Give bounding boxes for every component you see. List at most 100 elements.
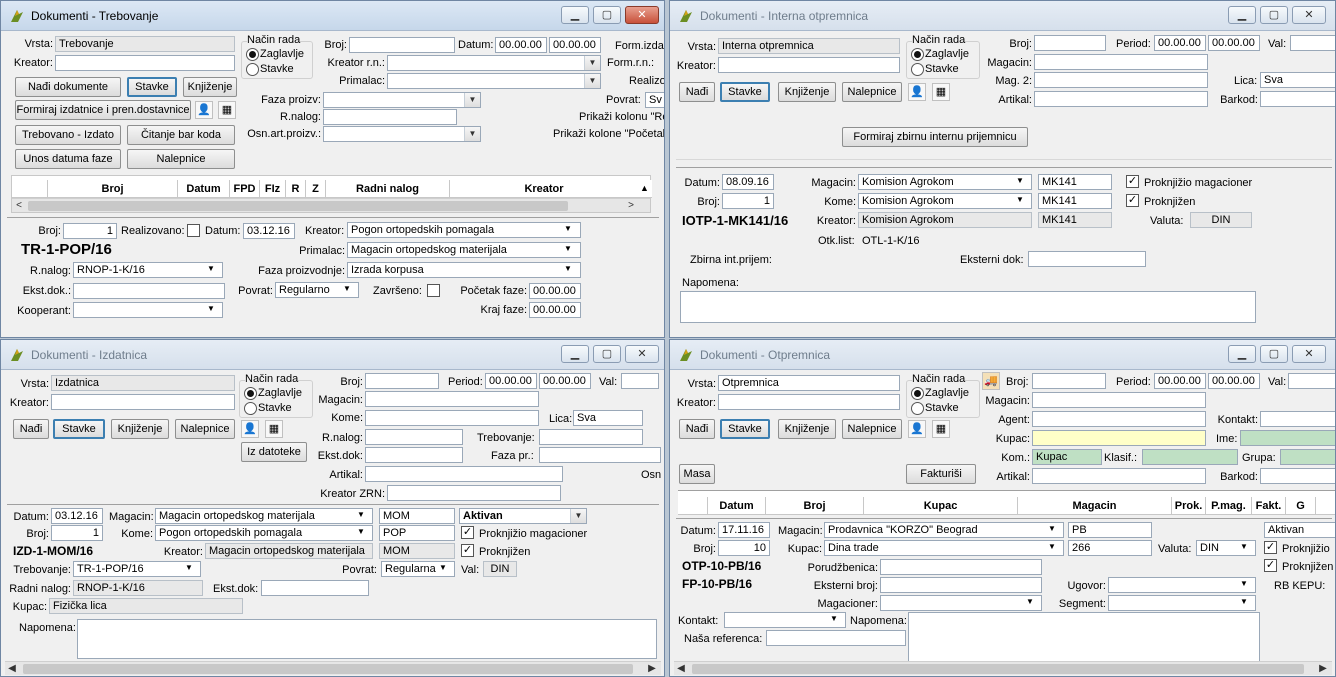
close-icon[interactable]: ✕ bbox=[625, 345, 659, 363]
iz-datoteke-button[interactable]: Iz datoteke bbox=[241, 442, 307, 462]
proknjizio-checkbox[interactable]: ✓ bbox=[1126, 175, 1139, 188]
scroll-right-icon[interactable]: ▶ bbox=[1316, 662, 1330, 676]
maximize-icon[interactable]: ▢ bbox=[1260, 6, 1288, 24]
col-broj[interactable]: Broj bbox=[766, 497, 864, 515]
magacin-field[interactable] bbox=[1032, 392, 1206, 408]
d-datum-field[interactable]: 17.11.16 bbox=[718, 522, 770, 538]
d-datum-field[interactable]: 03.12.16 bbox=[243, 223, 295, 239]
kreator-zrn-field[interactable] bbox=[387, 485, 561, 501]
realizovano-checkbox[interactable] bbox=[187, 224, 200, 237]
d-broj-field[interactable]: 10 bbox=[718, 540, 770, 556]
barkod-field[interactable] bbox=[1260, 91, 1335, 107]
scroll-right-icon[interactable]: > bbox=[624, 199, 638, 213]
nasa-referenca-field[interactable] bbox=[766, 630, 906, 646]
napomena-textarea[interactable] bbox=[908, 612, 1260, 662]
d-mag-code-field[interactable]: MOM bbox=[379, 508, 455, 524]
kreator-field[interactable] bbox=[51, 394, 235, 410]
pocetak-faze-field[interactable]: 00.00.00 bbox=[529, 283, 581, 299]
lica-field[interactable]: Sva bbox=[1260, 72, 1335, 88]
ekst-dok-field[interactable] bbox=[73, 283, 225, 299]
period-to-field[interactable]: 00.00.00 bbox=[1208, 373, 1260, 389]
artikal-field[interactable] bbox=[1032, 468, 1206, 484]
period-to-field[interactable]: 00.00.00 bbox=[539, 373, 591, 389]
d-broj-field[interactable]: 1 bbox=[63, 223, 117, 239]
mag2-field[interactable] bbox=[1034, 72, 1208, 88]
osn-art-select[interactable]: ▼ bbox=[323, 126, 481, 142]
artikal-field[interactable] bbox=[365, 466, 563, 482]
grid-icon[interactable]: ▦ bbox=[932, 420, 950, 438]
kontakt2-select[interactable] bbox=[724, 612, 846, 628]
datum-to-field[interactable]: 00.00.00 bbox=[549, 37, 601, 53]
zavrseno-checkbox[interactable] bbox=[427, 284, 440, 297]
trebovanje-field[interactable] bbox=[539, 429, 643, 445]
broj-field[interactable] bbox=[1034, 35, 1106, 51]
faza-proizv-select[interactable]: ▼ bbox=[323, 92, 481, 108]
eksterni-field[interactable] bbox=[880, 577, 1042, 593]
status-field[interactable]: Aktivan bbox=[1264, 522, 1335, 538]
grid-icon[interactable]: ▦ bbox=[265, 420, 283, 438]
titlebar[interactable]: Dokumenti - Trebovanje ▁ ▢ ✕ bbox=[1, 1, 664, 31]
nadji-button[interactable]: Nađi bbox=[679, 419, 715, 439]
kreator-rn-select[interactable]: ▼ bbox=[387, 55, 601, 71]
scroll-up-icon[interactable]: ▲ bbox=[640, 183, 649, 193]
maximize-icon[interactable]: ▢ bbox=[593, 345, 621, 363]
titlebar[interactable]: Dokumenti - Otpremnica ▁ ▢ ✕ bbox=[670, 340, 1335, 370]
user-icon[interactable]: 👤 bbox=[908, 420, 926, 438]
broj-field[interactable] bbox=[1032, 373, 1106, 389]
minimize-icon[interactable]: ▁ bbox=[561, 6, 589, 24]
kreator-field[interactable] bbox=[718, 394, 900, 410]
radio-zaglavlje[interactable]: Zaglavlje bbox=[911, 386, 969, 400]
minimize-icon[interactable]: ▁ bbox=[1228, 6, 1256, 24]
col-fpd[interactable]: FPD bbox=[230, 180, 260, 198]
proknjizio-checkbox[interactable]: ✓ bbox=[1264, 541, 1277, 554]
barkod-field[interactable] bbox=[1260, 468, 1335, 484]
d-rnalog-select[interactable]: RNOP-1-K/16 bbox=[73, 262, 223, 278]
kome-field[interactable] bbox=[365, 410, 539, 426]
d-kreator-select[interactable]: Pogon ortopedskih pomagala bbox=[347, 222, 581, 238]
col-prok[interactable]: Prok. bbox=[1172, 497, 1206, 515]
col-broj[interactable]: Broj bbox=[48, 180, 178, 198]
period-from-field[interactable]: 00.00.00 bbox=[485, 373, 537, 389]
stavke-button[interactable]: Stavke bbox=[127, 77, 177, 97]
radio-zaglavlje[interactable]: Zaglavlje bbox=[244, 386, 302, 400]
kupac-field[interactable] bbox=[1032, 430, 1206, 446]
artikal-field[interactable] bbox=[1034, 91, 1208, 107]
rnalog-field[interactable] bbox=[365, 429, 463, 445]
knjizenje-button[interactable]: Knjiženje bbox=[778, 419, 836, 439]
col-magacin[interactable]: Magacin bbox=[1018, 497, 1172, 515]
col-r[interactable]: R bbox=[286, 180, 306, 198]
scroll-left-icon[interactable]: < bbox=[12, 199, 26, 213]
scroll-right-icon[interactable]: ▶ bbox=[645, 662, 659, 676]
kupac-code-field[interactable]: 266 bbox=[1068, 540, 1152, 556]
horizontal-scrollbar[interactable]: ◀ ▶ bbox=[674, 661, 1332, 675]
scrollbar-thumb[interactable] bbox=[23, 664, 633, 674]
kome-select[interactable]: Komision Agrokom bbox=[858, 193, 1032, 209]
results-table[interactable]: Datum Broj Kupac Magacin Prok. P.mag. Fa… bbox=[678, 490, 1335, 515]
scrollbar-thumb[interactable] bbox=[692, 664, 1304, 674]
d-ekst-field[interactable] bbox=[261, 580, 369, 596]
scrollbar-thumb[interactable] bbox=[28, 201, 568, 211]
d-treb-select[interactable]: TR-1-POP/16 bbox=[73, 561, 201, 577]
d-kupac-select[interactable]: Dina trade bbox=[824, 540, 1064, 556]
d-broj-field[interactable]: 1 bbox=[722, 193, 774, 209]
masa-button[interactable]: Masa bbox=[679, 464, 715, 484]
knjizenje-button[interactable]: Knjiženje bbox=[778, 82, 836, 102]
ekst-field[interactable] bbox=[365, 447, 463, 463]
d-magacin-select[interactable]: Prodavnica "KORZO" Beograd bbox=[824, 522, 1064, 538]
status-select[interactable]: Aktivan ▼ bbox=[459, 508, 587, 524]
nalepnice-button[interactable]: Nalepnice bbox=[842, 419, 902, 439]
segment-select[interactable] bbox=[1108, 595, 1256, 611]
col-g[interactable]: G bbox=[1286, 497, 1316, 515]
col-radni-nalog[interactable]: Radni nalog bbox=[326, 180, 450, 198]
scroll-left-icon[interactable]: ◀ bbox=[5, 662, 19, 676]
user-icon[interactable]: 👤 bbox=[195, 101, 213, 119]
formiraj-zbirnu-button[interactable]: Formiraj zbirnu internu prijemnicu bbox=[842, 127, 1028, 147]
scroll-left-icon[interactable]: ◀ bbox=[674, 662, 688, 676]
titlebar[interactable]: Dokumenti - Interna otpremnica ▁ ▢ ✕ bbox=[670, 1, 1335, 31]
titlebar[interactable]: Dokumenti - Izdatnica ▁ ▢ ✕ bbox=[1, 340, 664, 370]
close-icon[interactable]: ✕ bbox=[625, 6, 659, 24]
ugovor-select[interactable] bbox=[1108, 577, 1256, 593]
citanje-bar-koda-button[interactable]: Čitanje bar koda bbox=[127, 125, 235, 145]
val-field[interactable] bbox=[1288, 373, 1335, 389]
nadji-button[interactable]: Nađi bbox=[13, 419, 49, 439]
